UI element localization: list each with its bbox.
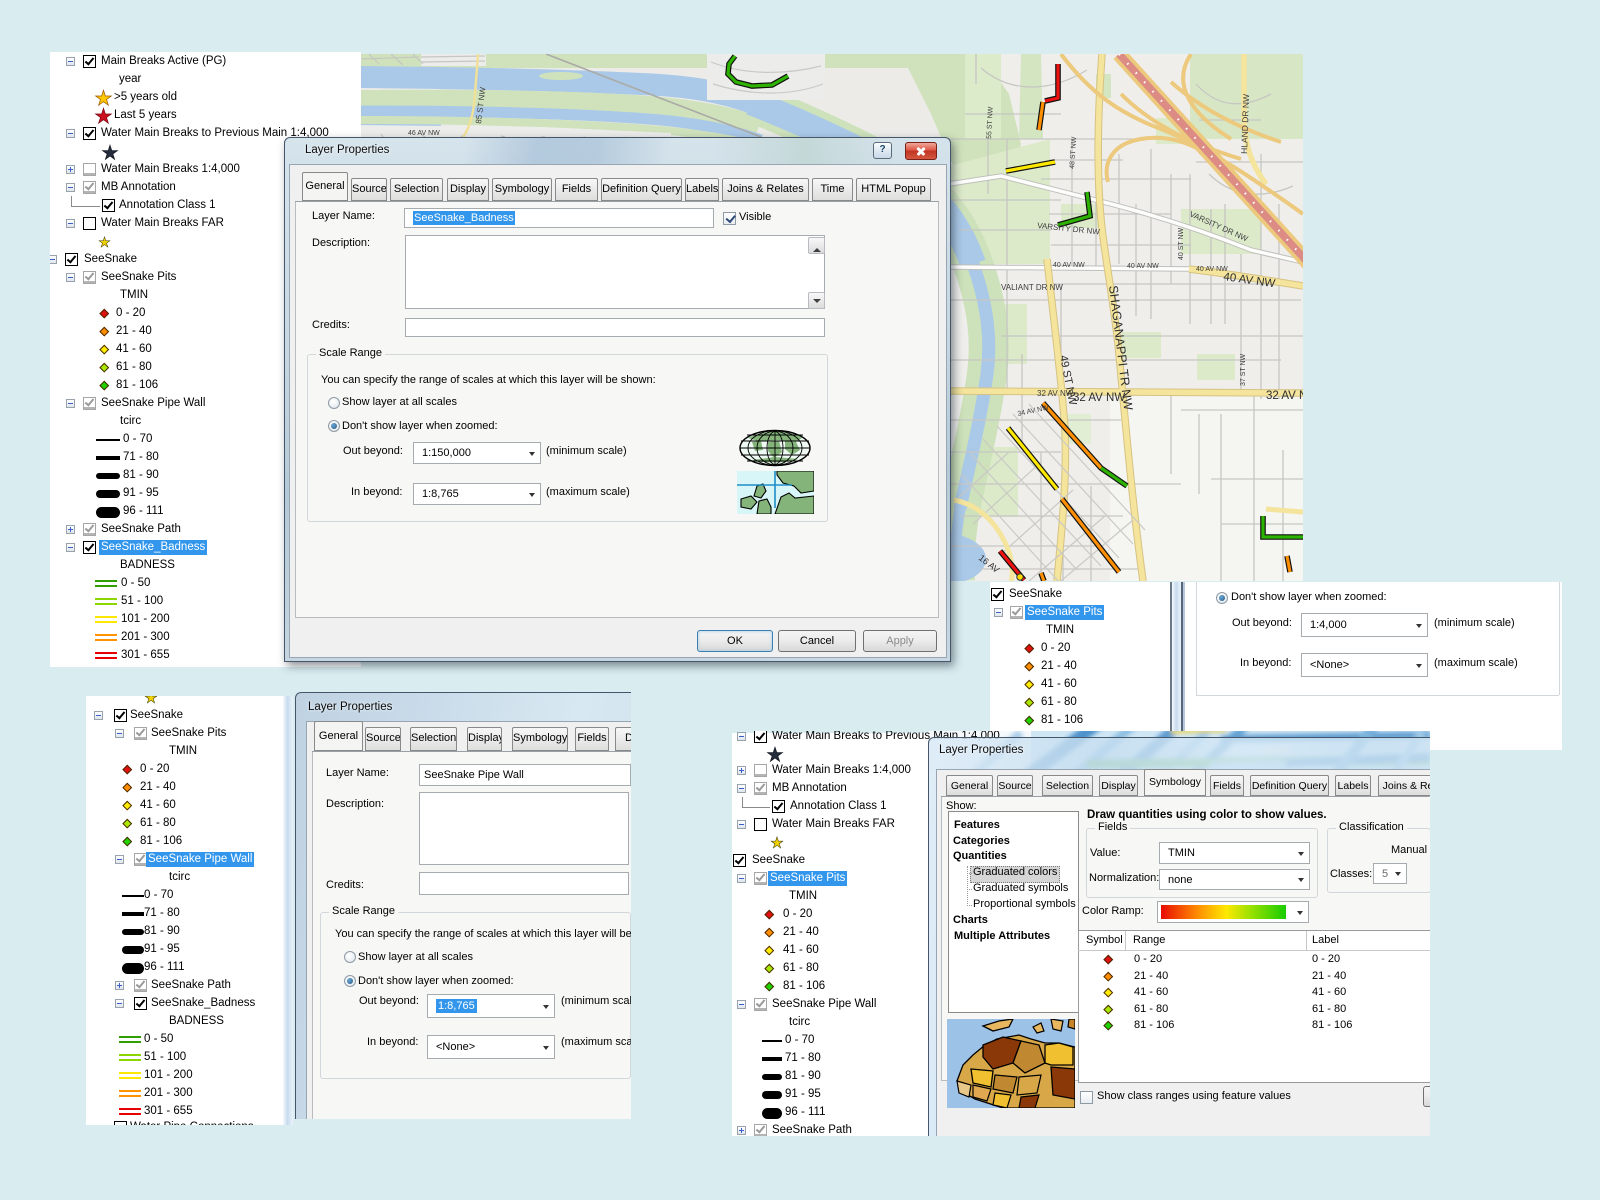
svg-text:32 AV NW: 32 AV NW	[1073, 392, 1125, 404]
svg-text:32 AV NW: 32 AV NW	[1037, 389, 1074, 398]
svg-text:40 AV NW: 40 AV NW	[1053, 262, 1085, 269]
svg-text:37 ST NW: 37 ST NW	[1240, 353, 1247, 386]
svg-text:40 ST NW: 40 ST NW	[1178, 227, 1185, 260]
svg-text:46 AV NW: 46 AV NW	[408, 130, 440, 137]
svg-text:HLAND DR NW: HLAND DR NW	[1239, 94, 1251, 154]
svg-text:32 AV N: 32 AV N	[1266, 390, 1303, 402]
svg-text:VALIANT DR NW: VALIANT DR NW	[1001, 283, 1063, 292]
svg-text:40 AV NW: 40 AV NW	[1127, 263, 1159, 270]
